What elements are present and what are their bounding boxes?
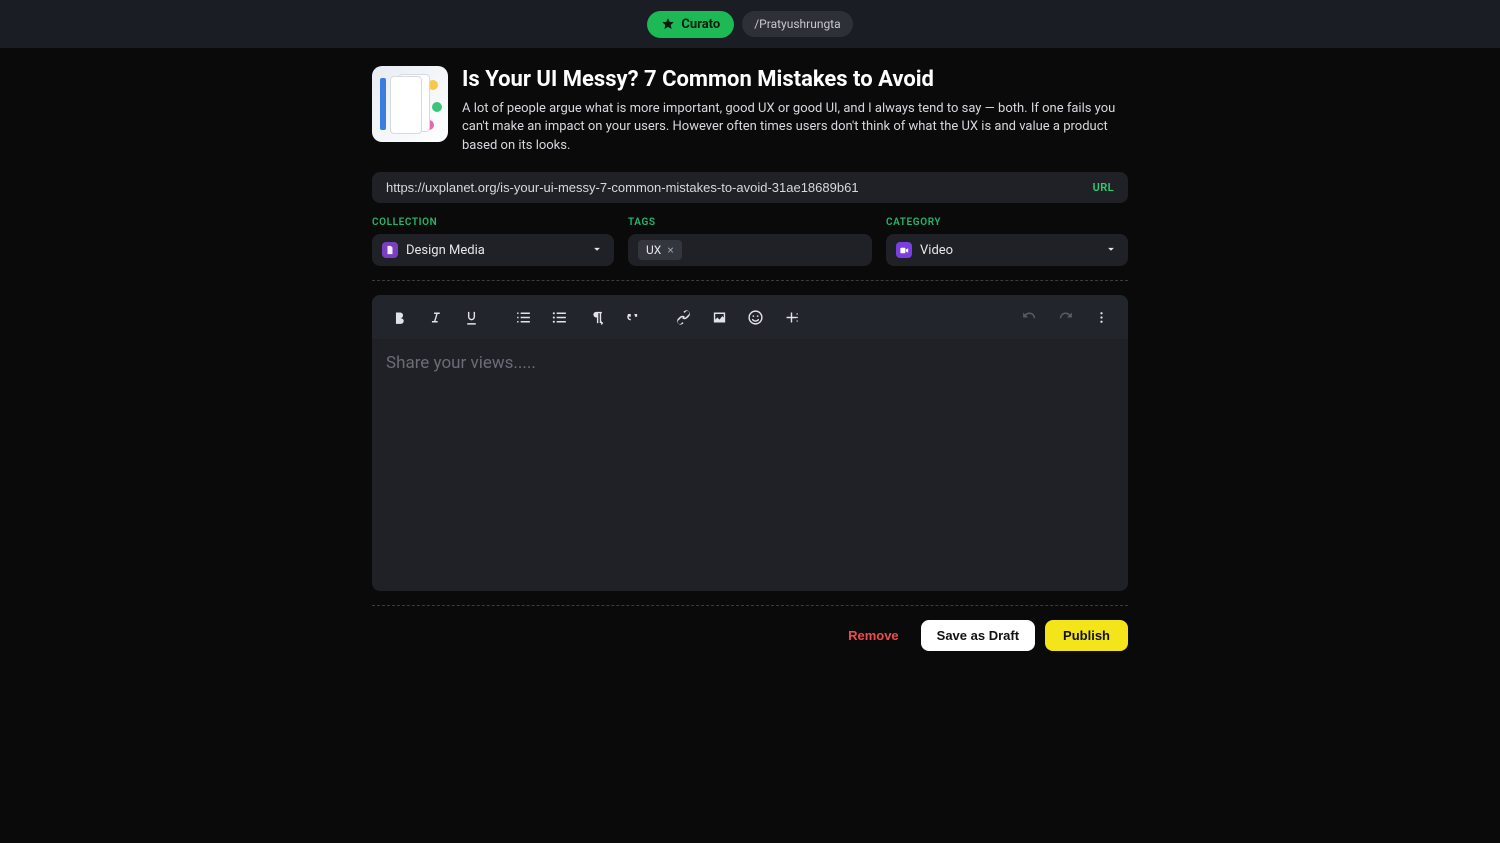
- user-path-text: /Pratyushrungta: [754, 17, 840, 31]
- collection-icon: [382, 242, 398, 258]
- divider: [372, 605, 1128, 606]
- video-icon: [896, 242, 912, 258]
- collection-column: COLLECTION Design Media: [372, 217, 614, 266]
- category-value: Video: [920, 243, 953, 258]
- collection-value: Design Media: [406, 243, 485, 258]
- italic-button[interactable]: [418, 300, 452, 334]
- editor: Share your views.....: [372, 295, 1128, 591]
- article-description: A lot of people argue what is more impor…: [462, 100, 1128, 157]
- image-button[interactable]: [702, 300, 736, 334]
- editor-toolbar: [372, 295, 1128, 339]
- underline-button[interactable]: [454, 300, 488, 334]
- category-label: CATEGORY: [886, 217, 1128, 228]
- emoji-button[interactable]: [738, 300, 772, 334]
- article-header-text: Is Your UI Messy? 7 Common Mistakes to A…: [462, 66, 1128, 156]
- undo-button[interactable]: [1012, 300, 1046, 334]
- insert-more-button[interactable]: [774, 300, 808, 334]
- bold-button[interactable]: [382, 300, 416, 334]
- ordered-list-button[interactable]: [506, 300, 540, 334]
- more-options-button[interactable]: [1084, 300, 1118, 334]
- url-badge: URL: [1093, 181, 1114, 194]
- redo-button[interactable]: [1048, 300, 1082, 334]
- tags-input[interactable]: UX ×: [628, 234, 872, 266]
- divider: [372, 280, 1128, 281]
- category-column: CATEGORY Video: [886, 217, 1128, 266]
- metadata-row: COLLECTION Design Media TAGS UX ×: [372, 217, 1128, 266]
- star-icon: [661, 17, 675, 31]
- unordered-list-button[interactable]: [542, 300, 576, 334]
- chevron-down-icon: [590, 241, 604, 260]
- chevron-down-icon: [1104, 241, 1118, 260]
- tag-text: UX: [646, 243, 661, 257]
- collection-label: COLLECTION: [372, 217, 614, 228]
- article-title: Is Your UI Messy? 7 Common Mistakes to A…: [462, 66, 1128, 94]
- article-header: Is Your UI Messy? 7 Common Mistakes to A…: [372, 66, 1128, 156]
- collection-select[interactable]: Design Media: [372, 234, 614, 266]
- tag-remove-icon[interactable]: ×: [667, 243, 673, 257]
- save-draft-button[interactable]: Save as Draft: [921, 620, 1035, 651]
- category-select[interactable]: Video: [886, 234, 1128, 266]
- paragraph-format-button[interactable]: [578, 300, 612, 334]
- action-row: Remove Save as Draft Publish: [372, 620, 1128, 651]
- publish-button[interactable]: Publish: [1045, 620, 1128, 651]
- editor-placeholder: Share your views.....: [386, 353, 536, 373]
- tags-column: TAGS UX ×: [628, 217, 872, 266]
- url-input[interactable]: [386, 180, 1081, 195]
- tags-label: TAGS: [628, 217, 872, 228]
- page-content: Is Your UI Messy? 7 Common Mistakes to A…: [372, 66, 1128, 651]
- user-path-chip[interactable]: /Pratyushrungta: [742, 11, 852, 37]
- blockquote-button[interactable]: [614, 300, 648, 334]
- tag-pill: UX ×: [638, 240, 682, 260]
- brand-chip[interactable]: Curato: [647, 11, 734, 38]
- url-field[interactable]: URL: [372, 172, 1128, 203]
- topbar: Curato /Pratyushrungta: [0, 0, 1500, 48]
- link-button[interactable]: [666, 300, 700, 334]
- remove-button[interactable]: Remove: [836, 620, 911, 651]
- editor-body[interactable]: Share your views.....: [372, 339, 1128, 591]
- article-thumbnail: [372, 66, 448, 142]
- brand-label: Curato: [681, 17, 720, 32]
